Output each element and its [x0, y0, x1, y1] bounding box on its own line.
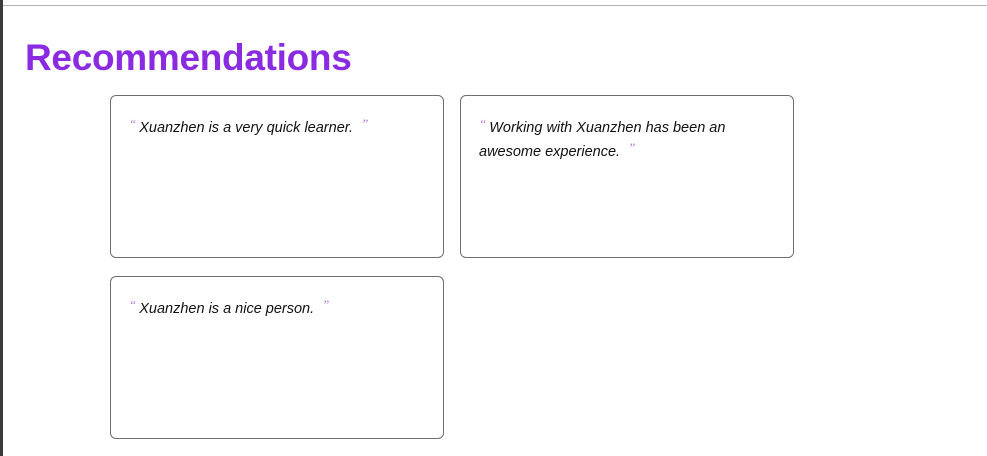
recommendation-card: “Xuanzhen is a very quick learner. ”: [110, 95, 444, 258]
recommendation-quote: “Working with Xuanzhen has been an aweso…: [479, 114, 775, 162]
recommendation-card: “Xuanzhen is a nice person. ”: [110, 276, 444, 439]
open-quote-icon: “: [479, 116, 487, 131]
top-divider: [3, 5, 987, 6]
recommendation-card: “Working with Xuanzhen has been an aweso…: [460, 95, 794, 258]
recommendation-text: Working with Xuanzhen has been an awesom…: [479, 120, 726, 160]
recommendation-text: Xuanzhen is a nice person.: [139, 301, 315, 317]
recommendation-text: Xuanzhen is a very quick learner.: [139, 120, 354, 136]
close-quote-icon: ”: [322, 297, 330, 312]
open-quote-icon: “: [129, 116, 137, 131]
recommendation-quote: “Xuanzhen is a nice person. ”: [129, 295, 425, 319]
open-quote-icon: “: [129, 297, 137, 312]
window-left-border: [0, 0, 3, 456]
recommendations-heading: Recommendations: [25, 37, 352, 78]
close-quote-icon: ”: [628, 140, 636, 155]
recommendation-quote: “Xuanzhen is a very quick learner. ”: [129, 114, 425, 138]
close-quote-icon: ”: [361, 116, 369, 131]
